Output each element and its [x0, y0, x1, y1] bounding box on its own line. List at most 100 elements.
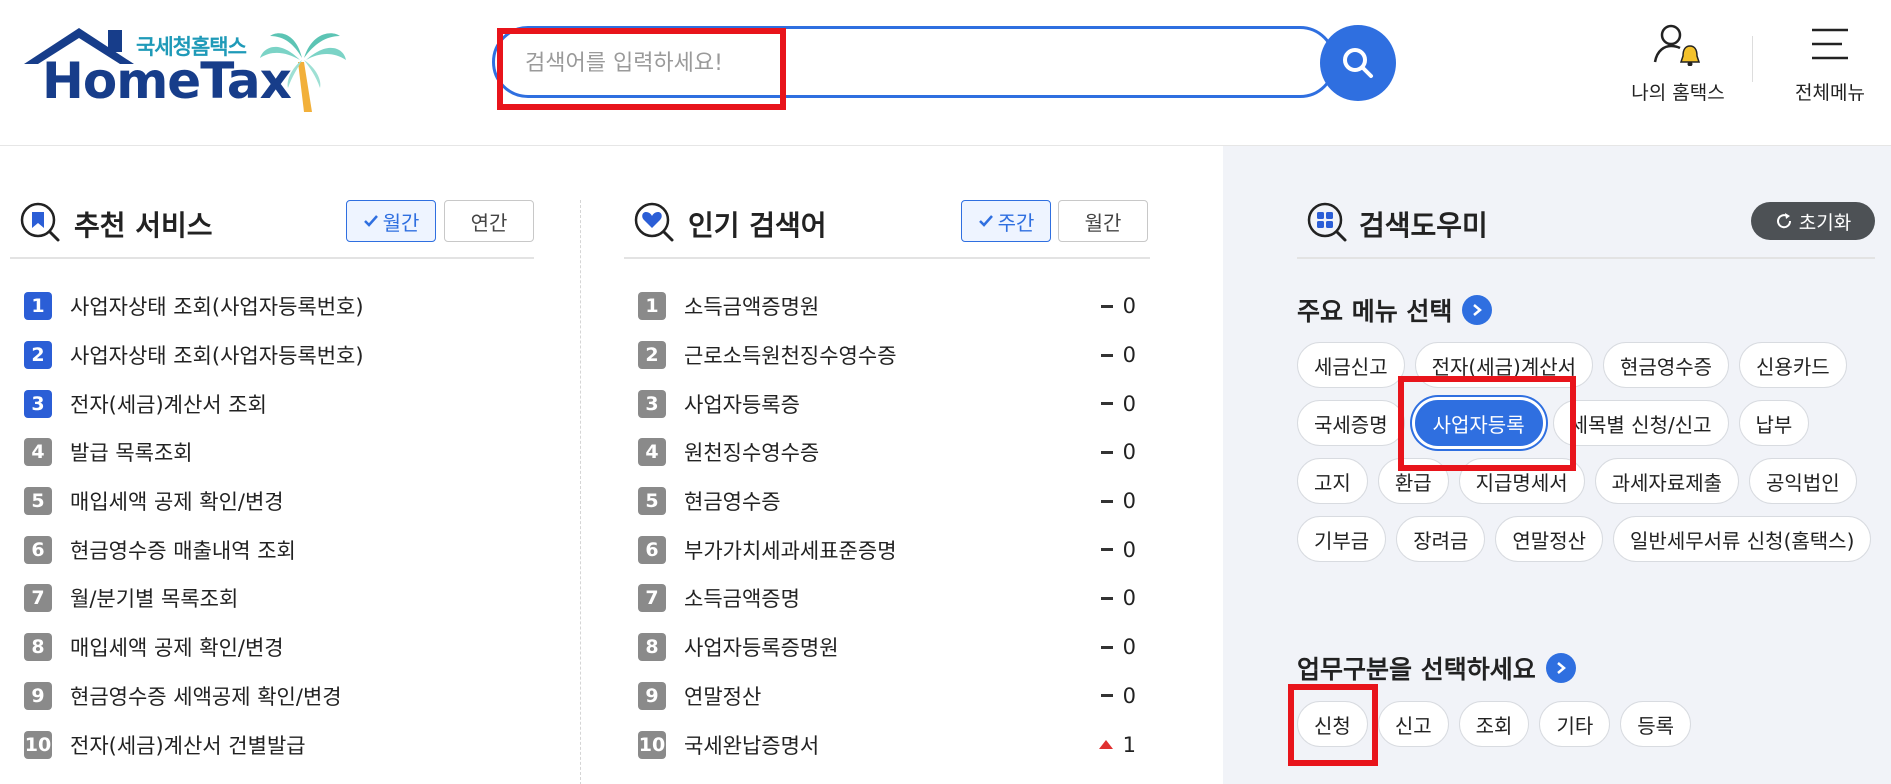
- chevron-right-icon[interactable]: [1462, 295, 1493, 325]
- user-bell-icon: [1653, 24, 1701, 67]
- search-button[interactable]: [1320, 25, 1396, 101]
- chip[interactable]: 지급명세서: [1458, 458, 1585, 504]
- my-hometax-label: 나의 홈택스: [1631, 82, 1725, 104]
- chip[interactable]: 조회: [1458, 701, 1530, 747]
- list-item[interactable]: 5 현금영수증 0: [638, 477, 1150, 526]
- chip[interactable]: 기부금: [1297, 516, 1387, 562]
- recommend-toggle-monthly[interactable]: 월간: [346, 200, 436, 242]
- helper-title: 검색도우미: [1359, 209, 1488, 242]
- list-item[interactable]: 7 소득금액증명 0: [638, 574, 1150, 623]
- main-menu-heading: 주요 메뉴 선택: [1297, 292, 1493, 328]
- hamburger-menu-icon: [1812, 28, 1848, 60]
- rank-change: 0: [1100, 392, 1136, 416]
- list-item[interactable]: 2 사업자상태 조회(사업자등록번호): [24, 331, 548, 380]
- popular-toggle-monthly[interactable]: 월간: [1058, 200, 1148, 242]
- popular-title: 인기 검색어: [688, 209, 827, 242]
- list-item-label: 국세완납증명서: [684, 733, 820, 758]
- recommend-list: 1 사업자상태 조회(사업자등록번호) 2 사업자상태 조회(사업자등록번호) 3 전자(…: [24, 282, 548, 769]
- list-item[interactable]: 6 현금영수증 매출내역 조회: [24, 525, 548, 574]
- recommend-section: 추천 서비스 월간 연간 1 사업자상태 조회(사업자등록번호) 2 사업자상태 조회…: [10, 146, 534, 784]
- list-item[interactable]: 3 사업자등록증 0: [638, 379, 1150, 428]
- list-item[interactable]: 10 전자(세금)계산서 건별발급: [24, 720, 548, 769]
- hometax-logo[interactable]: 국세청홈택스 HomeTax: [24, 26, 346, 116]
- list-item-label: 사업자등록증: [684, 392, 800, 417]
- list-item[interactable]: 4 발급 목록조회: [24, 428, 548, 477]
- trend-same-icon: [1100, 645, 1113, 649]
- rank-number: 10: [24, 730, 52, 759]
- chip[interactable]: 장려금: [1396, 516, 1486, 562]
- heart-search-icon: [634, 202, 674, 242]
- rank-change: 0: [1100, 294, 1136, 318]
- rank-number: 9: [638, 681, 666, 710]
- popular-section: 인기 검색어 주간 월간 1 소득금액증명원 0 2 근로소득원천징수영수증 0 3 사업자등…: [624, 146, 1150, 784]
- logo-english-text: HomeTax: [42, 52, 292, 110]
- rank-change-value: 1: [1122, 732, 1136, 757]
- list-item[interactable]: 1 소득금액증명원 0: [638, 282, 1150, 331]
- chip[interactable]: 환급: [1377, 458, 1449, 504]
- rank-number: 5: [24, 487, 52, 516]
- popular-toggle-weekly[interactable]: 주간: [961, 200, 1051, 242]
- list-item[interactable]: 5 매입세액 공제 확인/변경: [24, 477, 548, 526]
- main-menu-chips: 세금신고 전자(세금)계산서 현금영수증 신용카드국세증명 사업자등록 세목별 신청/신고…: [1297, 342, 1887, 562]
- chip[interactable]: 신고: [1377, 701, 1449, 747]
- list-item[interactable]: 9 연말정산 0: [638, 672, 1150, 721]
- list-item-label: 사업자등록증명원: [684, 636, 839, 661]
- header: 국세청홈택스 HomeTax 나의 홈택스: [0, 0, 1891, 146]
- reset-button[interactable]: 초기화: [1751, 202, 1875, 240]
- rank-change-value: 0: [1122, 635, 1136, 660]
- trend-same-icon: [1100, 694, 1113, 698]
- chip[interactable]: 사업자등록: [1414, 400, 1543, 446]
- chip[interactable]: 신용카드: [1739, 342, 1847, 388]
- chip[interactable]: 세목별 신청/신고: [1552, 400, 1729, 446]
- chip[interactable]: 공익법인: [1749, 458, 1857, 504]
- reset-label: 초기화: [1798, 211, 1852, 234]
- rank-change: 0: [1100, 538, 1136, 562]
- chip[interactable]: 고지: [1297, 458, 1368, 504]
- chip[interactable]: 기타: [1539, 701, 1611, 747]
- list-item-label: 매입세액 공제 확인/변경: [70, 636, 284, 661]
- trend-same-icon: [1100, 596, 1113, 600]
- list-item[interactable]: 9 현금영수증 세액공제 확인/변경: [24, 672, 548, 721]
- my-hometax-link[interactable]: 나의 홈택스: [1623, 22, 1733, 105]
- list-item[interactable]: 3 전자(세금)계산서 조회: [24, 379, 548, 428]
- helper-divider: [1297, 257, 1875, 259]
- rank-number: 2: [24, 341, 52, 370]
- trend-same-icon: [1100, 499, 1113, 503]
- trend-same-icon: [1100, 450, 1113, 454]
- list-item[interactable]: 10 국세완납증명서 1: [638, 720, 1150, 769]
- chip[interactable]: 세금신고: [1297, 342, 1405, 388]
- list-item[interactable]: 6 부가가치세과세표준증명 0: [638, 525, 1150, 574]
- all-menu-button[interactable]: 전체메뉴: [1780, 22, 1880, 105]
- chip[interactable]: 신청: [1297, 701, 1368, 747]
- list-item-label: 소득금액증명원: [684, 295, 820, 320]
- list-item[interactable]: 8 사업자등록증명원 0: [638, 623, 1150, 672]
- rank-change-value: 0: [1122, 343, 1136, 368]
- chevron-right-icon[interactable]: [1545, 653, 1576, 683]
- chip[interactable]: 일반세무서류 신청(홈택스): [1613, 516, 1872, 562]
- list-item[interactable]: 1 사업자상태 조회(사업자등록번호): [24, 282, 548, 331]
- recommend-toggle-yearly[interactable]: 연간: [444, 200, 534, 242]
- chip[interactable]: 납부: [1738, 400, 1810, 446]
- rank-change: 0: [1100, 684, 1136, 708]
- list-item-label: 전자(세금)계산서 건별발급: [70, 733, 306, 758]
- list-item[interactable]: 2 근로소득원천징수영수증 0: [638, 331, 1150, 380]
- list-item-label: 전자(세금)계산서 조회: [70, 392, 267, 417]
- chip[interactable]: 전자(세금)계산서: [1414, 342, 1594, 388]
- popular-toggle-weekly-label: 주간: [997, 210, 1035, 235]
- list-item-label: 근로소득원천징수영수증: [684, 344, 897, 369]
- list-item[interactable]: 7 월/분기별 목록조회: [24, 574, 548, 623]
- list-item-label: 현금영수증: [684, 490, 781, 515]
- popular-toggle-monthly-label: 월간: [1084, 210, 1122, 235]
- list-item-label: 사업자상태 조회(사업자등록번호): [70, 344, 364, 369]
- rank-number: 4: [24, 438, 52, 467]
- rank-change-value: 0: [1122, 440, 1136, 465]
- chip[interactable]: 등록: [1620, 701, 1692, 747]
- list-item-label: 매입세액 공제 확인/변경: [70, 490, 284, 515]
- chip[interactable]: 국세증명: [1297, 400, 1405, 446]
- chip[interactable]: 현금영수증: [1603, 342, 1730, 388]
- popular-divider: [624, 257, 1150, 259]
- list-item[interactable]: 4 원천징수영수증 0: [638, 428, 1150, 477]
- list-item[interactable]: 8 매입세액 공제 확인/변경: [24, 623, 548, 672]
- chip[interactable]: 연말정산: [1495, 516, 1604, 562]
- chip[interactable]: 과세자료제출: [1594, 458, 1740, 504]
